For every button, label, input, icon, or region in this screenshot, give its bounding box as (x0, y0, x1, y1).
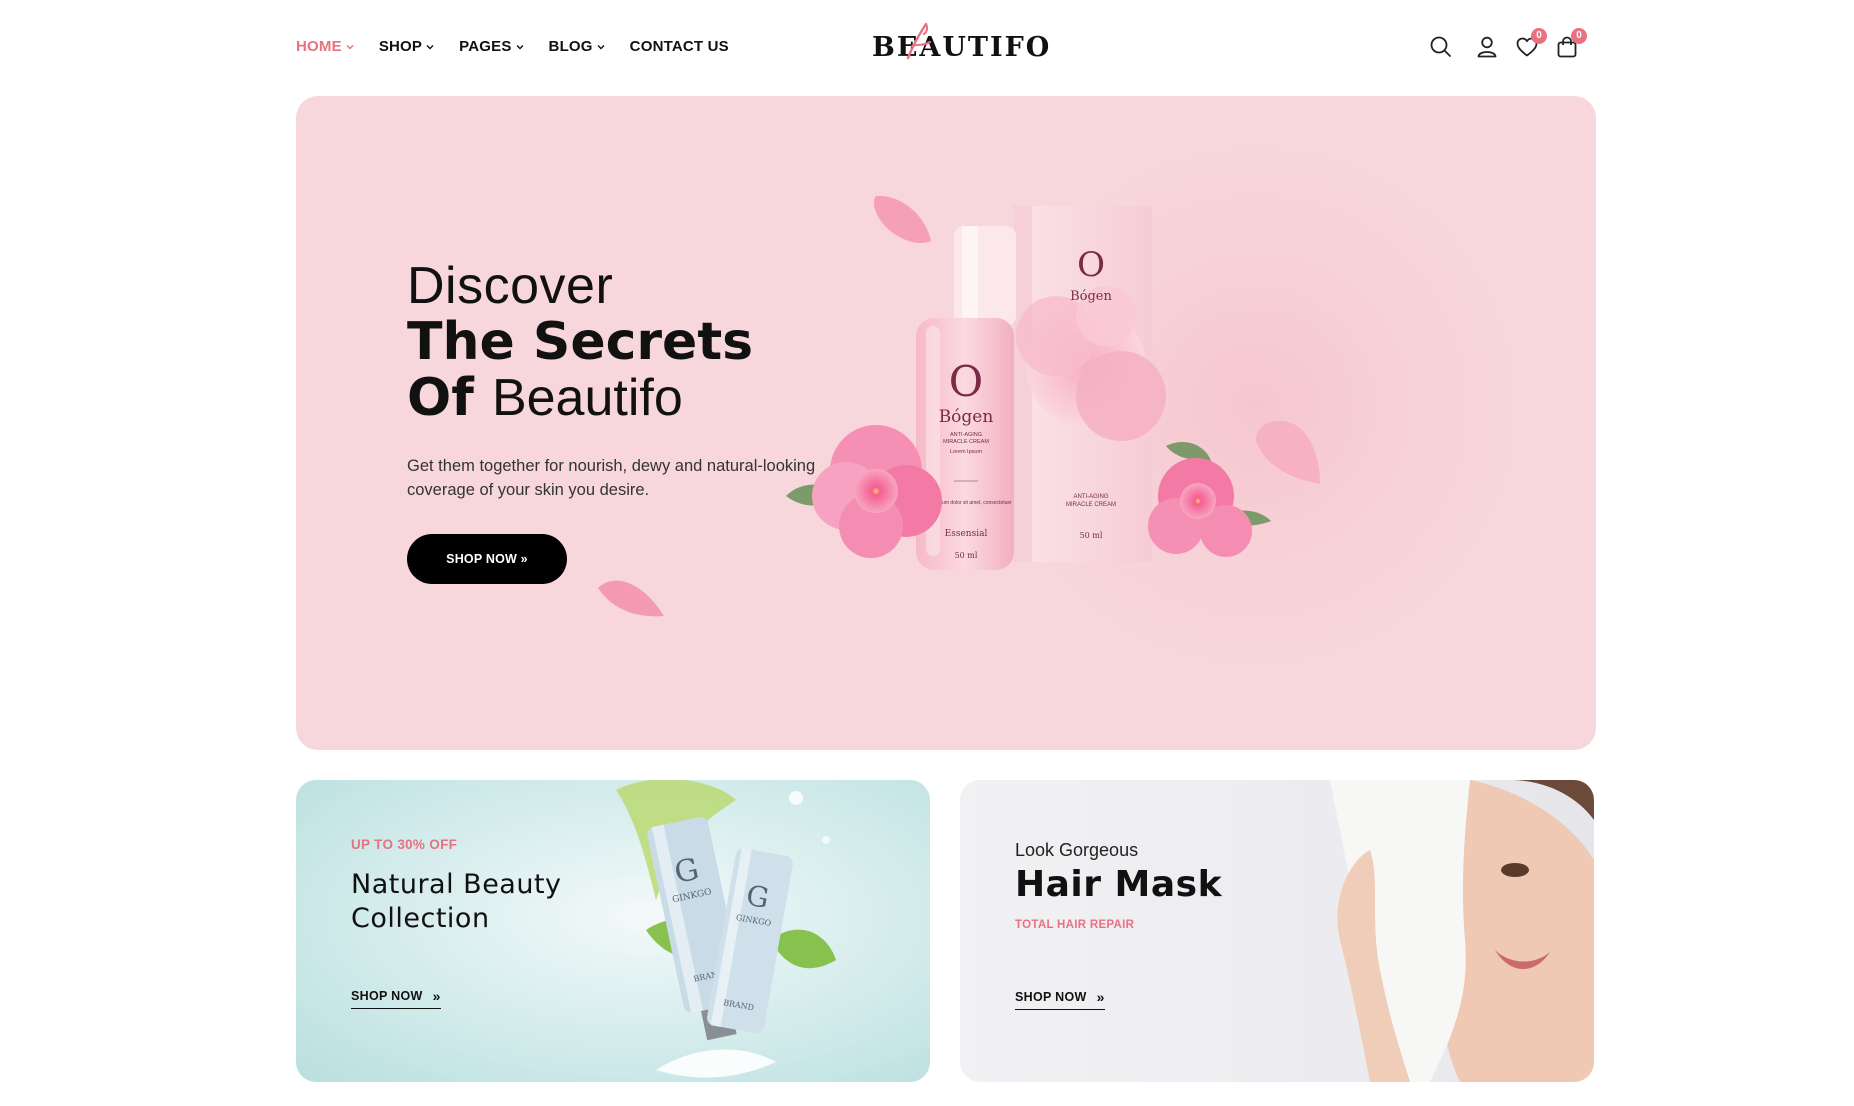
box-line1: ANTI-AGING (1073, 494, 1108, 500)
nav-shop[interactable]: SHOP (379, 38, 435, 55)
petal-top (873, 196, 931, 243)
promo-shop-now-label: SHOP NOW (1015, 990, 1087, 1004)
chevron-down-icon (596, 42, 606, 52)
nav-shop-label: SHOP (378, 38, 423, 55)
hero-title-line3-regular: Beautifo (491, 369, 683, 427)
double-chevron-right-icon: » (1096, 989, 1105, 1005)
bottle-volume: 50 ml (955, 551, 978, 560)
promo-title: Hair Mask (1015, 864, 1223, 905)
hero-banner: Discover The Secrets Of Beautifo Get the… (296, 96, 1596, 750)
box-brand: Bógen (1070, 289, 1112, 304)
bottle-line1: ANTI-AGING (950, 432, 982, 438)
ginkgo-product-image: G GINKGO BRAND G GINKGO BRAND (616, 780, 836, 1078)
promo-card-hair-mask[interactable]: Look Gorgeous Hair Mask TOTAL HAIR REPAI… (960, 780, 1594, 1082)
hero-title-line2: The Secrets (407, 312, 754, 372)
nav-pages[interactable]: PAGES (459, 38, 524, 55)
double-chevron-right-icon: » (432, 988, 441, 1004)
wishlist-count-badge: 0 (1531, 28, 1547, 44)
box-volume: 50 ml (1080, 531, 1103, 540)
hero-title-line3-bold: Of (407, 368, 474, 428)
promo-shop-now-link[interactable]: SHOP NOW » (1015, 989, 1105, 1010)
nav-home-label: HOME (296, 38, 342, 55)
bottle-line2: MIRACLE CREAM (943, 439, 989, 445)
promo-shop-now-label: SHOP NOW (351, 989, 423, 1003)
nav-pages-label: PAGES (459, 38, 512, 55)
nav-contact-label: CONTACT US (629, 38, 729, 55)
site-logo[interactable]: BEAUTIFO (872, 32, 1051, 63)
chevron-down-icon (345, 42, 355, 52)
hero-description: Get them together for nourish, dewy and … (407, 457, 816, 499)
hero-shop-now-button[interactable]: SHOP NOW » (407, 534, 567, 584)
box-letter: O (1077, 245, 1105, 285)
site-header: HOME SHOP PAGES BLOG CONTACT US BEAUTIFO (0, 0, 1854, 96)
bottle-range: Essensial (945, 529, 988, 539)
bottle-letter: O (949, 357, 983, 406)
hero-title-line1: Discover (407, 257, 614, 315)
box-line2: MIRACLE CREAM (1066, 502, 1116, 508)
promo-kicker: Look Gorgeous (1015, 840, 1139, 860)
search-icon[interactable] (1428, 34, 1454, 60)
bottle-brand: Bógen (939, 407, 994, 427)
model-face-image (1330, 780, 1594, 1082)
promo-discount-tag: UP TO 30% OFF (351, 837, 458, 852)
chevron-down-icon (515, 42, 525, 52)
cart-button[interactable]: 0 (1554, 28, 1587, 60)
nav-blog[interactable]: BLOG (549, 38, 606, 55)
product-box: O Bógen ANTI-AGING MIRACLE CREAM 50 ml (1014, 206, 1166, 562)
user-icon[interactable] (1474, 34, 1500, 60)
hero-product-image: O Bógen ANTI-AGING MIRACLE CREAM 50 ml O… (786, 196, 1271, 570)
main-nav: HOME SHOP PAGES BLOG CONTACT US (296, 38, 753, 55)
promo-shop-now-link[interactable]: SHOP NOW » (351, 988, 441, 1009)
wishlist-button[interactable]: 0 (1514, 28, 1547, 60)
nav-blog-label: BLOG (548, 38, 593, 55)
promo-title-line2: Collection (351, 903, 490, 934)
hero-title: Discover The Secrets Of Beautifo (407, 258, 753, 426)
cart-count-badge: 0 (1571, 28, 1587, 44)
hero-title-line3: Of Beautifo (407, 370, 753, 426)
promo-title: Natural Beauty Collection (351, 868, 562, 936)
chevron-down-icon (425, 42, 435, 52)
bottle-sub: Lorem Ipsum (950, 449, 983, 455)
nav-home[interactable]: HOME (296, 38, 355, 55)
promo-card-natural-beauty[interactable]: UP TO 30% OFF Natural Beauty Collection … (296, 780, 930, 1082)
logo-swash-icon (906, 22, 931, 60)
header-icons: 0 0 (1428, 28, 1594, 60)
nav-contact[interactable]: CONTACT US (630, 38, 729, 55)
promo-title-line1: Natural Beauty (351, 869, 562, 900)
petal-right (1256, 420, 1320, 484)
petal-left (598, 580, 664, 617)
promo-subtag: TOTAL HAIR REPAIR (1015, 919, 1135, 931)
